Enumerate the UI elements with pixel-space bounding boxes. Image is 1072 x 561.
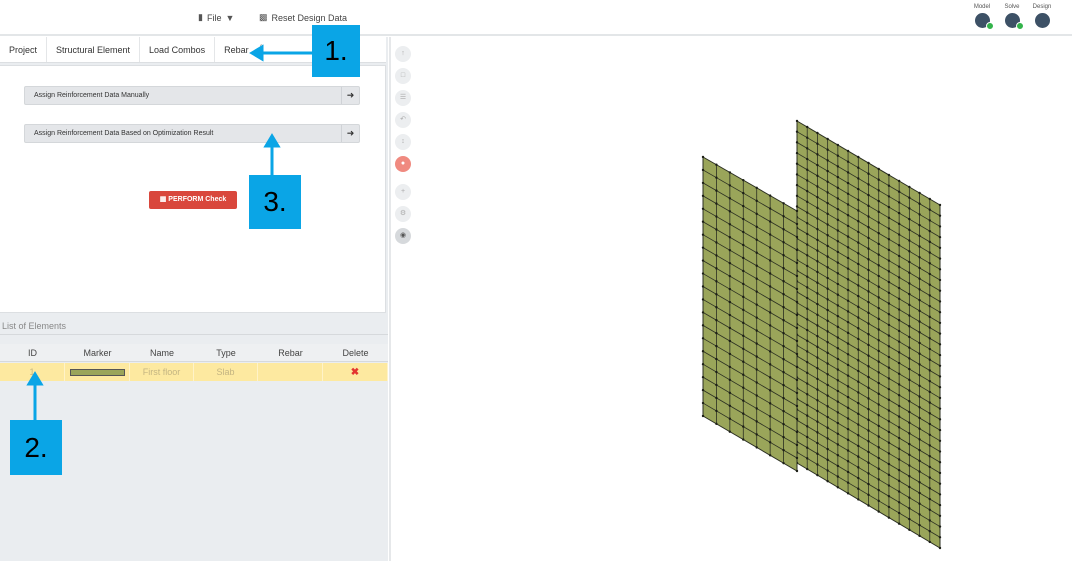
- callout-3: 3.: [249, 175, 301, 229]
- arrow-head: [263, 133, 281, 148]
- annotation-arrows: [26, 44, 312, 420]
- callout-2: 2.: [10, 420, 62, 475]
- arrow-head: [249, 44, 264, 62]
- callout-1: 1.: [312, 25, 360, 77]
- arrow-head: [26, 371, 44, 386]
